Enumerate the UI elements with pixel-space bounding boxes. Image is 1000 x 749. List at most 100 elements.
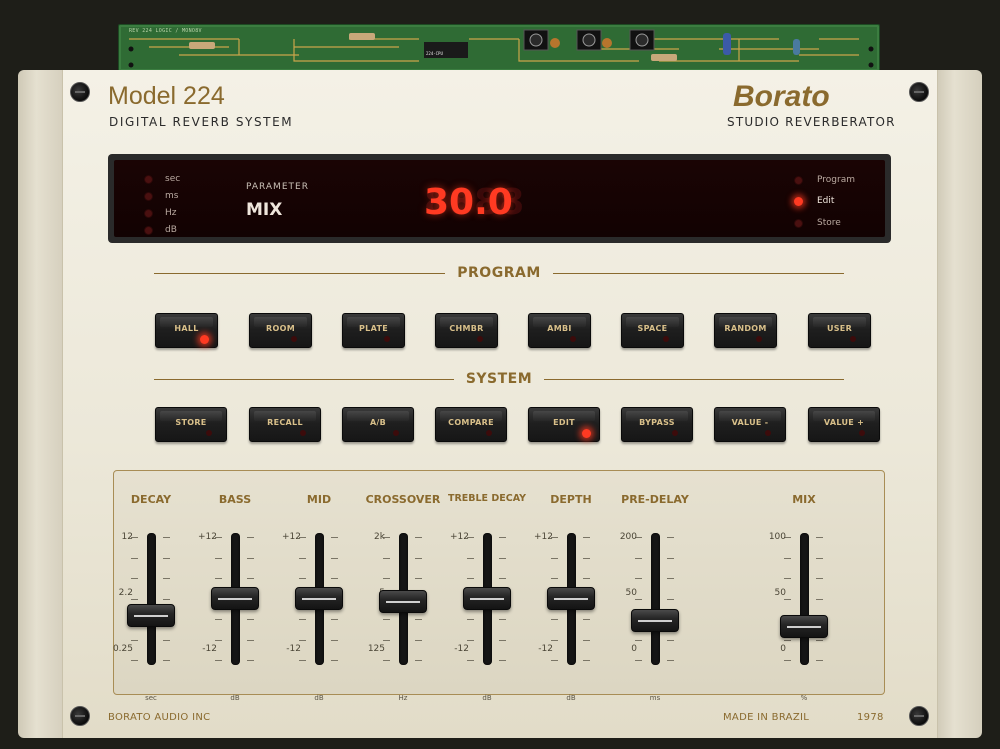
scale-tick <box>131 660 138 661</box>
fader-unit-decay: sec <box>145 694 157 702</box>
scale-tick <box>163 557 170 559</box>
led-icon <box>477 336 483 342</box>
value-minus-button[interactable]: VALUE - <box>714 407 786 442</box>
scale-label-mid: 2.2 <box>118 588 133 598</box>
scale-tick <box>467 578 474 579</box>
scale-tick <box>635 639 642 641</box>
scale-tick <box>816 639 823 641</box>
fader-knob-bass[interactable] <box>211 587 259 610</box>
scale-tick <box>667 598 674 600</box>
chip-label: 224-CPU <box>426 51 443 56</box>
fader-track-pre-delay[interactable] <box>651 533 660 665</box>
unit-indicator-db: dB <box>144 225 177 235</box>
value-plus-button[interactable]: VALUE + <box>808 407 880 442</box>
scale-tick <box>415 578 422 579</box>
scale-label-bottom: -12 <box>538 644 553 654</box>
scale-tick <box>331 557 338 559</box>
scale-tick <box>383 619 390 620</box>
pcb-silkscreen: REV 224 LOGIC / MONO8V <box>129 28 202 34</box>
fader-track-mix[interactable] <box>800 533 809 665</box>
scale-tick <box>163 660 170 661</box>
screw-icon <box>909 82 929 102</box>
fader-title-pre-delay: PRE-DELAY <box>621 493 689 506</box>
fader-knob-mix[interactable] <box>780 614 828 638</box>
led-icon <box>765 430 771 436</box>
screw-icon <box>70 82 90 102</box>
divider <box>154 272 446 274</box>
scale-tick <box>551 557 558 559</box>
scale-label-bottom: 125 <box>367 644 385 654</box>
scale-tick <box>131 639 138 641</box>
edit-button[interactable]: EDIT <box>528 407 600 442</box>
resistor <box>651 54 677 61</box>
scale-tick <box>499 578 506 579</box>
scale-tick <box>215 660 222 661</box>
scale-label-bottom: 0 <box>631 644 637 654</box>
scale-tick <box>331 537 338 538</box>
led-icon <box>794 175 803 185</box>
scale-tick <box>163 598 170 600</box>
capacitor <box>602 38 612 48</box>
scale-tick <box>499 639 506 641</box>
led-icon <box>144 225 153 235</box>
ab-button[interactable]: A/B <box>342 407 414 442</box>
fader-knob-depth[interactable] <box>547 587 595 610</box>
compare-button[interactable]: COMPARE <box>435 407 507 442</box>
random-button[interactable]: RANDOM <box>714 313 777 348</box>
scale-tick <box>551 639 558 641</box>
scale-tick <box>247 537 254 538</box>
screw-icon <box>70 706 90 726</box>
fader-knob-decay[interactable] <box>127 603 175 627</box>
scale-tick <box>247 660 254 661</box>
scale-label-top: 2k <box>374 532 385 542</box>
recall-button[interactable]: RECALL <box>249 407 321 442</box>
plate-button[interactable]: PLATE <box>342 313 405 348</box>
fader-knob-pre-delay[interactable] <box>631 609 679 632</box>
scale-tick <box>467 619 474 620</box>
fader-unit-mix: % <box>800 694 808 702</box>
scale-tick <box>583 619 590 620</box>
led-icon <box>582 429 591 438</box>
ambi-button[interactable]: AMBI <box>528 313 591 348</box>
scale-tick <box>551 619 558 620</box>
scale-tick <box>583 639 590 641</box>
scale-tick <box>635 557 642 559</box>
capacitor <box>793 39 800 55</box>
scale-tick <box>667 639 674 641</box>
room-button[interactable]: ROOM <box>249 313 312 348</box>
scale-tick <box>131 557 138 559</box>
scale-tick <box>467 639 474 641</box>
scale-label-mid: 50 <box>774 588 786 598</box>
scale-tick <box>331 619 338 620</box>
led-icon <box>206 430 212 436</box>
fader-knob-crossover[interactable] <box>379 590 427 614</box>
program-title: PROGRAM <box>457 265 541 281</box>
bypass-button[interactable]: BYPASS <box>621 407 693 442</box>
scale-tick <box>131 578 138 579</box>
fader-knob-treble-decay[interactable] <box>463 587 511 610</box>
fader-knob-mid[interactable] <box>295 587 343 610</box>
divider <box>552 272 845 274</box>
hall-button[interactable]: HALL <box>155 313 218 348</box>
fader-track-decay[interactable] <box>147 533 156 665</box>
resistor <box>189 42 215 49</box>
scale-label-bottom: -12 <box>286 644 301 654</box>
store-button[interactable]: STORE <box>155 407 227 442</box>
scale-tick <box>215 619 222 620</box>
parameter-label: PARAMETER <box>246 182 309 192</box>
chmbr-button[interactable]: CHMBR <box>435 313 498 348</box>
mode-program: Program <box>794 175 855 185</box>
mode-store: Store <box>794 218 841 228</box>
footer-year: 1978 <box>857 712 884 723</box>
led-icon <box>859 430 865 436</box>
space-button[interactable]: SPACE <box>621 313 684 348</box>
rack-ear-left <box>18 70 64 738</box>
value-readout: 30.0 <box>424 182 513 223</box>
scale-tick <box>784 598 791 600</box>
scale-label-bottom: -12 <box>454 644 469 654</box>
led-icon <box>144 208 153 218</box>
led-icon <box>300 430 306 436</box>
fader-unit-bass: dB <box>230 694 240 702</box>
scale-label-top: +12 <box>198 532 217 542</box>
user-button[interactable]: USER <box>808 313 871 348</box>
